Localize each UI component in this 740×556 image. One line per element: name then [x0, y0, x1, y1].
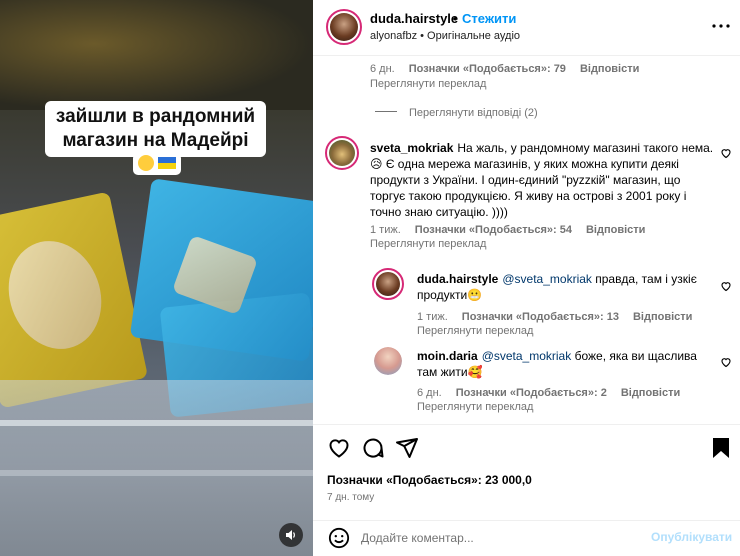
author-avatar[interactable]	[326, 9, 362, 45]
reply-button[interactable]: Відповісти	[586, 224, 645, 236]
media-background	[0, 0, 313, 110]
reply-body: duda.hairstyle @sveta_mokriak правда, там…	[417, 271, 697, 303]
reply-time: 1 тиж.	[417, 311, 448, 323]
comment-time: 6 дн.	[370, 63, 395, 75]
reply-meta: 6 дн. Позначки «Подобається»: 2 Відповісти	[417, 387, 694, 399]
reply-mention[interactable]: @sveta_mokriak	[502, 272, 592, 286]
comment-likes[interactable]: Позначки «Подобається»: 79	[409, 63, 566, 75]
caption-emojis	[133, 153, 181, 175]
post-timestamp: 7 дн. тому	[327, 492, 375, 503]
reply-body: moin.daria @sveta_mokriak боже, яка ви ща…	[417, 348, 697, 380]
post-media[interactable]: зайшли в рандомний магазин на Мадейрі	[0, 0, 313, 556]
view-replies-button[interactable]: Переглянути відповіді (2)	[375, 107, 538, 119]
comment-bubble-icon[interactable]	[361, 436, 385, 460]
comment-composer: Опублікувати	[313, 520, 740, 556]
reply-time: 6 дн.	[417, 387, 442, 399]
post-likes-count[interactable]: Позначки «Подобається»: 23 000,0	[327, 473, 532, 487]
reply-likes[interactable]: Позначки «Подобається»: 13	[462, 311, 619, 323]
reply-meta: 1 тиж. Позначки «Подобається»: 13 Відповіс…	[417, 311, 706, 323]
view-replies-label: Переглянути відповіді (2)	[409, 107, 538, 119]
more-horizontal-icon[interactable]	[709, 14, 733, 38]
reply-button[interactable]: Відповісти	[580, 63, 639, 75]
comment-meta: 6 дн. Позначки «Подобається»: 79 Відповіст…	[370, 63, 653, 75]
reply-button[interactable]: Відповісти	[633, 311, 692, 323]
reply-button[interactable]: Відповісти	[621, 387, 680, 399]
grin-emoji-icon	[138, 155, 154, 171]
post-header: duda.hairstyle • Стежити alyonafbz • Ори…	[313, 0, 740, 56]
like-heart-icon[interactable]	[327, 436, 351, 460]
emoji-smiley-icon[interactable]	[328, 527, 350, 549]
speaker-icon[interactable]	[279, 523, 303, 547]
heart-icon[interactable]	[720, 355, 732, 368]
comment-input[interactable]	[361, 528, 641, 548]
ukraine-flag-icon	[158, 157, 176, 169]
see-translation-link[interactable]: Переглянути переклад	[417, 401, 533, 413]
reply-avatar[interactable]	[374, 347, 402, 375]
heart-icon[interactable]	[720, 279, 732, 292]
reply-username[interactable]: moin.daria	[417, 349, 478, 363]
share-send-icon[interactable]	[395, 436, 419, 460]
comment-body: sveta_mokriak На жаль, у рандомному магаз…	[370, 140, 714, 220]
see-translation-link[interactable]: Переглянути переклад	[370, 238, 486, 250]
comment-username[interactable]: sveta_mokriak	[370, 141, 453, 155]
bookmark-icon[interactable]	[709, 436, 733, 460]
see-translation-link[interactable]: Переглянути переклад	[370, 78, 486, 90]
replies-divider	[375, 111, 397, 112]
bin-rail-2	[0, 470, 313, 476]
reply-username[interactable]: duda.hairstyle	[417, 272, 498, 286]
heart-icon[interactable]	[720, 146, 732, 159]
follow-button[interactable]: Стежити	[462, 11, 516, 26]
comment-likes[interactable]: Позначки «Подобається»: 54	[415, 224, 572, 236]
see-translation-link[interactable]: Переглянути переклад	[417, 325, 533, 337]
publish-button[interactable]: Опублікувати	[651, 530, 732, 544]
commenter-avatar[interactable]	[325, 136, 359, 170]
reply-mention[interactable]: @sveta_mokriak	[482, 349, 572, 363]
bin-rail	[0, 420, 313, 426]
comment-meta: 1 тиж. Позначки «Подобається»: 54 Відповіс…	[370, 224, 659, 236]
post-actions: Позначки «Подобається»: 23 000,0 7 дн. т…	[313, 424, 740, 520]
comment-time: 1 тиж.	[370, 224, 401, 236]
store-bin	[0, 380, 313, 556]
reply-avatar[interactable]	[372, 268, 404, 300]
comments-list[interactable]: 6 дн. Позначки «Подобається»: 79 Відповіст…	[313, 57, 740, 424]
audio-attribution[interactable]: alyonafbz • Оригінальне аудіо	[370, 30, 520, 42]
separator-dot: •	[453, 11, 458, 26]
video-caption: зайшли в рандомний магазин на Мадейрі	[45, 101, 266, 157]
author-username[interactable]: duda.hairstyle	[370, 11, 458, 26]
post-details-panel: duda.hairstyle • Стежити alyonafbz • Ори…	[313, 0, 740, 556]
reply-likes[interactable]: Позначки «Подобається»: 2	[456, 387, 607, 399]
